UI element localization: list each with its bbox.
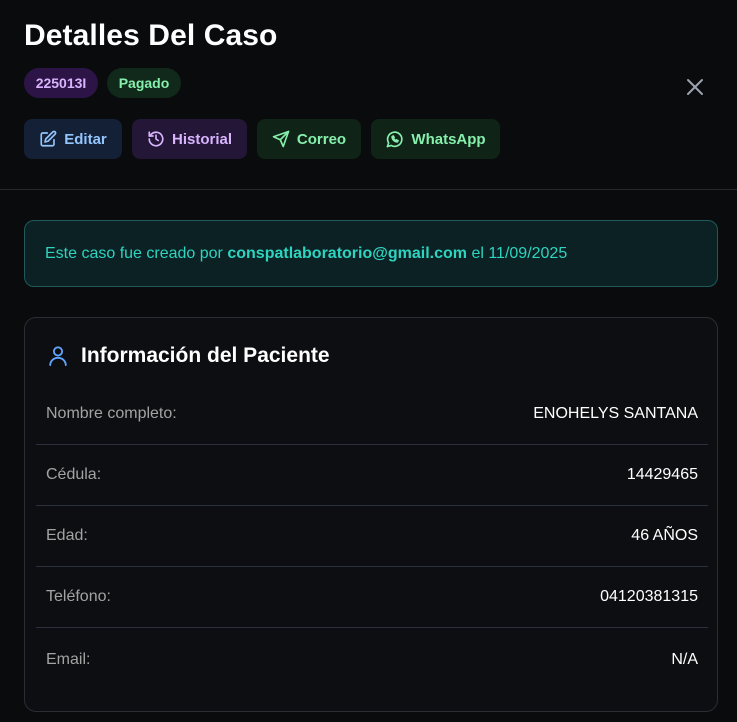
close-button[interactable]	[684, 76, 706, 98]
status-badge: Pagado	[107, 68, 181, 98]
field-label: Cédula:	[46, 466, 102, 483]
patient-card-title: Información del Paciente	[81, 344, 330, 367]
creation-notice: Este caso fue creado por conspatlaborato…	[24, 220, 718, 287]
field-label: Edad:	[46, 527, 88, 544]
notice-prefix: Este caso fue creado por	[45, 244, 223, 262]
notice-suffix: el 11/09/2025	[471, 244, 568, 262]
whatsapp-button-label: WhatsApp	[411, 130, 486, 148]
email-button[interactable]: Correo	[257, 119, 361, 159]
modal-header: Detalles Del Caso 225013I Pagado Editar …	[0, 0, 737, 190]
field-label: Email:	[46, 650, 91, 668]
edit-button[interactable]: Editar	[24, 119, 122, 159]
field-label: Nombre completo:	[46, 405, 177, 422]
field-row-id: Cédula: 14429465	[36, 445, 708, 506]
page-title: Detalles Del Caso	[24, 19, 278, 52]
history-button-label: Historial	[171, 130, 232, 148]
whatsapp-button[interactable]: WhatsApp	[371, 119, 500, 159]
field-value: 14429465	[626, 466, 698, 483]
edit-icon	[40, 130, 57, 147]
field-row-phone: Teléfono: 04120381315	[36, 567, 708, 628]
send-icon	[272, 130, 290, 148]
field-value: N/A	[671, 650, 698, 668]
field-row-email: Email: N/A	[36, 629, 708, 690]
field-row-age: Edad: 46 AÑOS	[36, 506, 708, 567]
field-value: 04120381315	[600, 588, 698, 605]
history-icon	[148, 131, 164, 147]
field-value: ENOHELYS SANTANA	[533, 405, 698, 422]
patient-card-header: Información del Paciente	[47, 344, 330, 368]
creator-email: conspatlaboratorio@gmail.com	[227, 244, 467, 262]
field-value: 46 AÑOS	[631, 527, 698, 544]
field-label: Teléfono:	[46, 588, 111, 605]
case-id-badge: 225013I	[24, 68, 98, 98]
history-button[interactable]: Historial	[132, 119, 247, 159]
edit-button-label: Editar	[64, 130, 107, 148]
whatsapp-icon	[386, 130, 404, 147]
close-icon	[687, 79, 703, 95]
email-button-label: Correo	[296, 130, 347, 148]
user-icon	[49, 346, 67, 367]
patient-info-card: Información del Paciente Nombre completo…	[24, 317, 718, 712]
field-row-name: Nombre completo: ENOHELYS SANTANA	[36, 384, 708, 445]
